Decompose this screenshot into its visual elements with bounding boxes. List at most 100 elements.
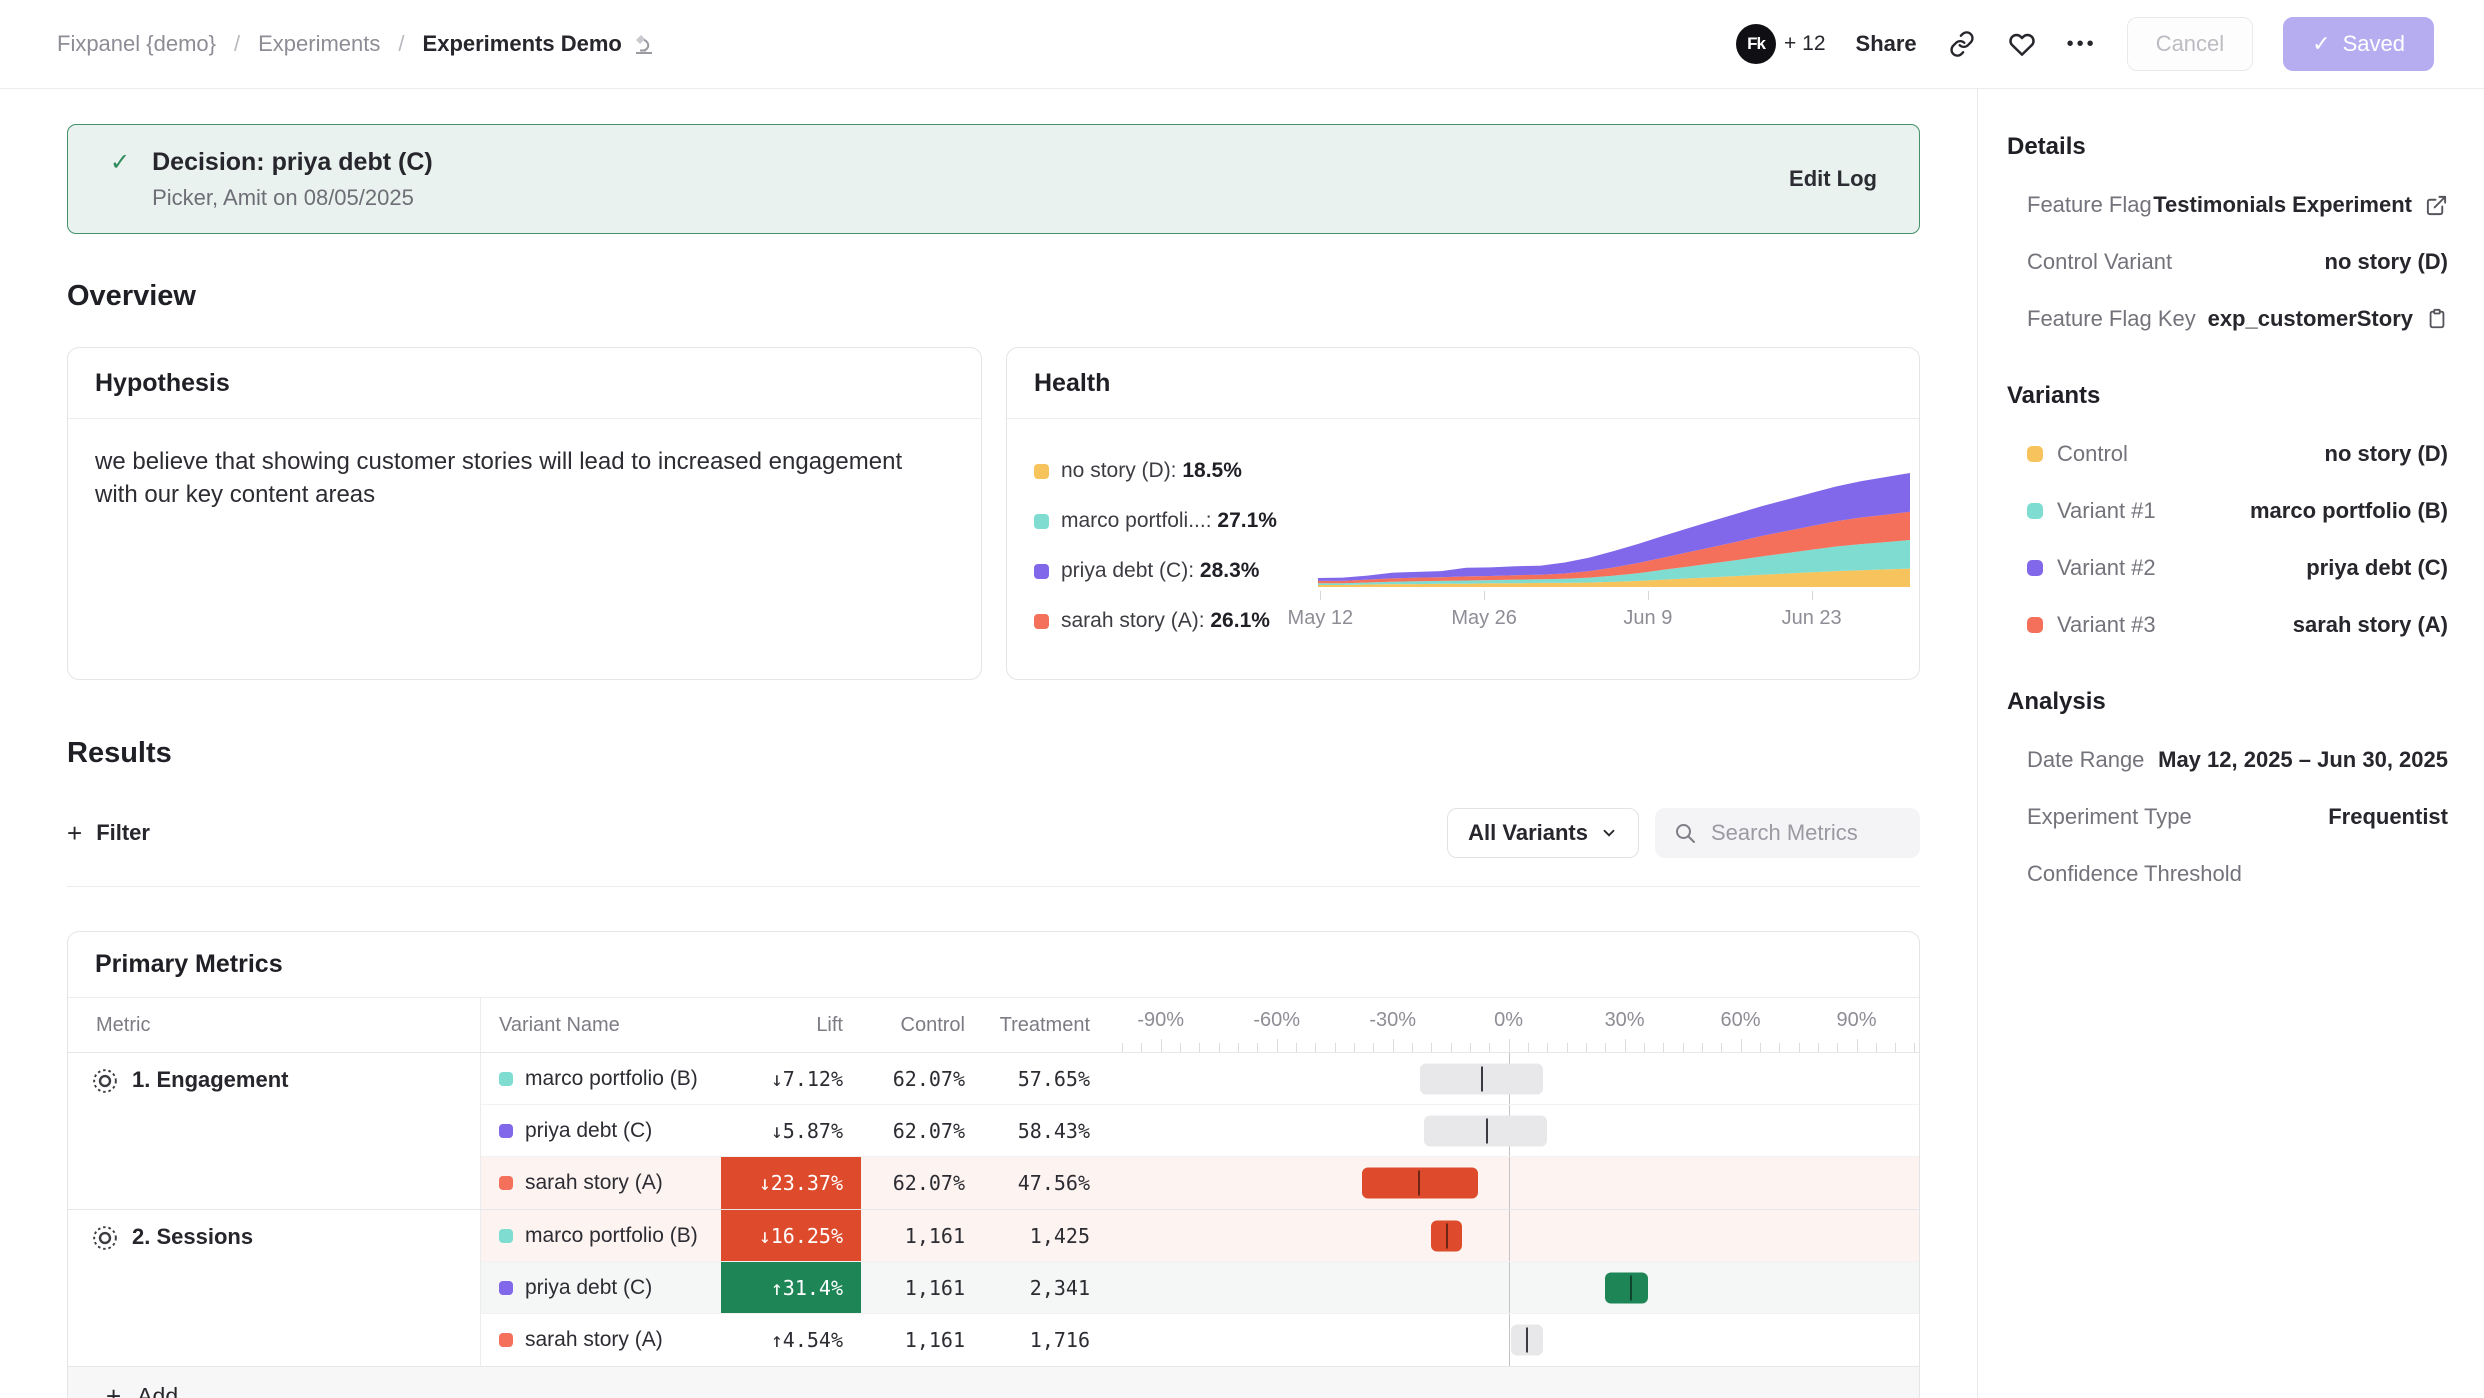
- variant-key: Variant #1: [2027, 498, 2156, 524]
- zero-line: [1509, 1157, 1510, 1209]
- variant-row: Variant #1marco portfolio (B): [2007, 498, 2448, 524]
- cancel-button[interactable]: Cancel: [2127, 17, 2253, 71]
- ci-axis-tick: [1914, 1043, 1915, 1052]
- more-options-icon[interactable]: •••: [2067, 33, 2097, 56]
- add-filter-button[interactable]: + Filter: [67, 818, 150, 849]
- legend-swatch: [1034, 614, 1049, 629]
- ci-axis-tick-label: 30%: [1605, 1009, 1645, 1032]
- legend-item: no story (D): 18.5%: [1034, 459, 1314, 483]
- primary-metrics-card: Primary Metrics MetricVariant NameLiftCo…: [67, 931, 1920, 1398]
- right-sidebar: Details Feature FlagTestimonials Experim…: [1977, 89, 2484, 1398]
- confidence-interval-cell: [1108, 1053, 1919, 1104]
- analysis-value: Frequentist: [2328, 804, 2448, 830]
- lift-value: ↑31.4%: [721, 1262, 861, 1313]
- clipboard-icon[interactable]: [2426, 308, 2448, 330]
- metric-rows: marco portfolio (B)↓7.12%62.07%57.65%pri…: [481, 1053, 1919, 1209]
- confidence-interval-bar: [1605, 1272, 1648, 1303]
- hypothesis-title: Hypothesis: [95, 369, 230, 398]
- decision-check-icon: ✓: [110, 148, 130, 211]
- share-button[interactable]: Share: [1856, 31, 1917, 57]
- metric-name[interactable]: 2. Sessions: [132, 1224, 253, 1250]
- ci-axis-tick: [1818, 1043, 1819, 1052]
- analysis-value: May 12, 2025 – Jun 30, 2025: [2158, 747, 2448, 773]
- health-card: Health no story (D): 18.5%marco portfoli…: [1006, 347, 1920, 680]
- all-variants-dropdown[interactable]: All Variants: [1447, 808, 1639, 858]
- lift-value: ↓23.37%: [721, 1157, 861, 1209]
- saved-button[interactable]: ✓ Saved: [2283, 17, 2434, 71]
- ci-axis-tick: [1373, 1043, 1374, 1052]
- metrics-add-row: + Add: [68, 1366, 1919, 1398]
- add-metric-button[interactable]: + Add: [106, 1381, 178, 1398]
- ci-axis-tick: [1683, 1043, 1684, 1052]
- favorite-heart-icon[interactable]: [2007, 29, 2037, 59]
- goal-target-icon: [92, 1068, 118, 1094]
- variants-heading: Variants: [2007, 382, 2448, 410]
- variant-swatch: [2027, 446, 2043, 462]
- variant-row: Variant #3sarah story (A): [2007, 612, 2448, 638]
- ci-axis-tick: [1489, 1043, 1490, 1052]
- zero-line: [1509, 1210, 1510, 1261]
- health-area-chart: May 12May 26Jun 9Jun 23: [1318, 459, 1905, 637]
- breadcrumb-experiments[interactable]: Experiments: [258, 31, 380, 57]
- ci-axis-tick: [1663, 1043, 1664, 1052]
- col-metric: Metric: [68, 998, 481, 1052]
- avatar-overflow-count[interactable]: + 12: [1784, 32, 1825, 56]
- ci-axis-tick: [1876, 1043, 1877, 1052]
- x-axis-label: May 26: [1451, 607, 1517, 630]
- treatment-value: 47.56%: [983, 1157, 1108, 1209]
- search-metrics-input[interactable]: [1711, 820, 1901, 846]
- x-axis-tick: [1812, 591, 1813, 600]
- legend-value: 26.1%: [1210, 609, 1270, 632]
- plus-icon: +: [67, 818, 82, 849]
- metrics-table-body: 1. Engagement marco portfolio (B)↓7.12%62…: [68, 1053, 1919, 1366]
- control-value: 1,161: [861, 1314, 983, 1366]
- variant-swatch: [499, 1072, 513, 1086]
- edit-log-button[interactable]: Edit Log: [1789, 166, 1877, 192]
- ci-axis-tick: [1393, 1039, 1394, 1052]
- variant-swatch: [499, 1124, 513, 1138]
- ci-axis-tick: [1431, 1043, 1432, 1052]
- breadcrumb: Fixpanel {demo} / Experiments / Experime…: [57, 31, 656, 57]
- variant-value: priya debt (C): [2306, 555, 2448, 581]
- control-value: 62.07%: [861, 1157, 983, 1209]
- collaborator-avatars[interactable]: Fk + 12: [1736, 24, 1825, 64]
- table-row: sarah story (A)↓23.37%62.07%47.56%: [481, 1157, 1919, 1209]
- search-metrics-box[interactable]: [1655, 808, 1920, 858]
- table-row: priya debt (C)↓5.87%62.07%58.43%: [481, 1105, 1919, 1157]
- detail-value[interactable]: Testimonials Experiment: [2153, 192, 2448, 218]
- variant-label: Variant #1: [2057, 498, 2156, 524]
- ci-axis-tick: [1277, 1039, 1278, 1052]
- x-axis-label: May 12: [1288, 607, 1354, 630]
- hypothesis-card: Hypothesis we believe that showing custo…: [67, 347, 982, 680]
- legend-item: sarah story (A): 26.1%: [1034, 609, 1314, 633]
- results-heading: Results: [67, 737, 1920, 770]
- ci-axis-tick-label: 0%: [1494, 1009, 1523, 1032]
- stacked-area-svg: [1318, 459, 1910, 587]
- ci-axis-tick: [1586, 1043, 1587, 1052]
- external-link-icon[interactable]: [2425, 194, 2448, 217]
- ci-axis-tick: [1625, 1039, 1626, 1052]
- breadcrumb-project[interactable]: Fixpanel {demo}: [57, 31, 216, 57]
- variant-name: marco portfolio (B): [525, 1067, 698, 1091]
- lift-value: ↓5.87%: [721, 1105, 861, 1156]
- ci-axis-header: -90%-60%-30%0%30%60%90%: [1108, 998, 1919, 1052]
- details-rows: Feature FlagTestimonials ExperimentContr…: [2007, 192, 2448, 332]
- table-row: marco portfolio (B)↓7.12%62.07%57.65%: [481, 1053, 1919, 1105]
- treatment-value: 1,716: [983, 1314, 1108, 1366]
- ci-axis-tick: [1315, 1043, 1316, 1052]
- metrics-table-header: MetricVariant NameLiftControlTreatment-9…: [68, 998, 1919, 1053]
- variant-value: no story (D): [2325, 441, 2448, 467]
- point-estimate-marker: [1481, 1066, 1483, 1091]
- variant-swatch: [499, 1333, 513, 1347]
- col-variant-name: Variant Name: [481, 998, 721, 1052]
- col-control: Control: [861, 998, 983, 1052]
- variant-row: Variant #2priya debt (C): [2007, 555, 2448, 581]
- ci-axis-tick: [1335, 1043, 1336, 1052]
- ci-axis-tick: [1412, 1043, 1413, 1052]
- x-axis-label: Jun 23: [1782, 607, 1842, 630]
- copy-link-icon[interactable]: [1947, 29, 1977, 59]
- metric-name[interactable]: 1. Engagement: [132, 1067, 288, 1093]
- zero-line: [1509, 1314, 1510, 1366]
- confidence-interval-bar: [1431, 1220, 1462, 1251]
- avatar[interactable]: Fk: [1736, 24, 1776, 64]
